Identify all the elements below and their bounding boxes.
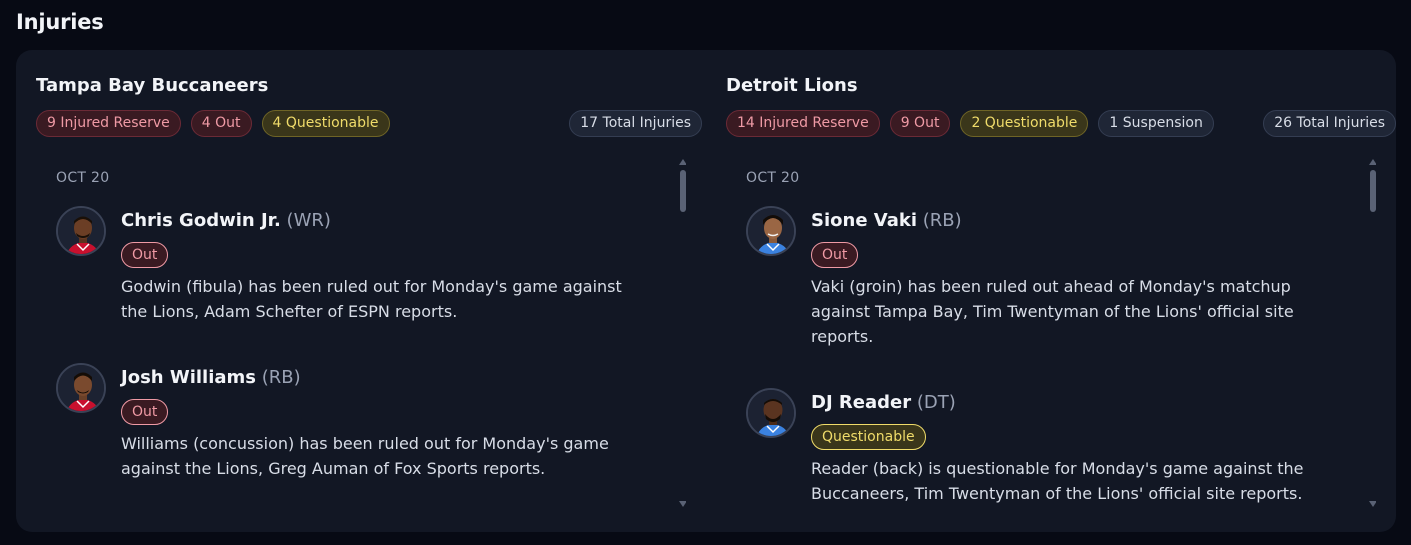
out-badge[interactable]: 9 Out: [889, 110, 951, 137]
player-name[interactable]: DJ Reader: [811, 392, 911, 413]
total-injuries-badge: 26 Total Injuries: [1263, 110, 1396, 137]
status-badge: Out: [121, 242, 169, 268]
triangle-up-icon[interactable]: [1369, 159, 1376, 165]
player-avatar: [746, 206, 796, 256]
player-name[interactable]: Sione Vaki: [811, 210, 917, 231]
player-position: (RB): [922, 210, 962, 231]
scroll-thumb[interactable]: [1370, 170, 1376, 212]
player-position: (RB): [261, 367, 301, 388]
team-name: Tampa Bay Buccaneers: [36, 75, 269, 96]
triangle-down-icon[interactable]: [1369, 501, 1376, 507]
injury-note: Vaki (groin) has been ruled out ahead of…: [811, 277, 1294, 346]
out-badge[interactable]: 4 Out: [190, 110, 252, 137]
player-position: (WR): [286, 210, 331, 231]
scroll-thumb[interactable]: [680, 170, 686, 212]
questionable-badge[interactable]: 4 Questionable: [261, 110, 390, 137]
scrollbar[interactable]: [678, 156, 686, 512]
injured-reserve-badge[interactable]: 9 Injured Reserve: [36, 110, 181, 137]
total-injuries-badge: 17 Total Injuries: [569, 110, 702, 137]
suspension-badge[interactable]: 1 Suspension: [1098, 110, 1214, 137]
team-panel-lions: Detroit Lions 14 Injured Reserve 9 Out 2…: [726, 50, 1396, 532]
injury-list[interactable]: OCT 20 Chris Godwin Jr. (WR) Out Godwin …: [36, 156, 686, 512]
questionable-badge[interactable]: 2 Questionable: [960, 110, 1089, 137]
date-label: OCT 20: [56, 170, 110, 186]
scrollbar[interactable]: [1368, 156, 1376, 512]
injury-note: Reader (back) is questionable for Monday…: [811, 459, 1304, 503]
player-heading: Josh Williams (RB): [121, 367, 301, 388]
injury-list[interactable]: OCT 20 Sione Vaki (RB) Out Vaki (groin) …: [726, 156, 1376, 512]
player-heading: Chris Godwin Jr. (WR): [121, 210, 331, 231]
page-title: Injuries: [16, 10, 104, 34]
player-avatar: [56, 363, 106, 413]
player-name[interactable]: Josh Williams: [121, 367, 256, 388]
date-label: OCT 20: [746, 170, 800, 186]
injury-summary-badges: 9 Injured Reserve 4 Out 4 Questionable: [36, 110, 390, 137]
status-badge: Questionable: [811, 424, 926, 450]
injury-note: Godwin (fibula) has been ruled out for M…: [121, 277, 622, 321]
team-panel-buccaneers: Tampa Bay Buccaneers 9 Injured Reserve 4…: [36, 50, 702, 532]
triangle-up-icon[interactable]: [679, 159, 686, 165]
injured-reserve-badge[interactable]: 14 Injured Reserve: [726, 110, 880, 137]
player-name[interactable]: Chris Godwin Jr.: [121, 210, 281, 231]
player-heading: DJ Reader (DT): [811, 392, 956, 413]
injury-summary-badges: 14 Injured Reserve 9 Out 2 Questionable …: [726, 110, 1214, 137]
injury-note: Williams (concussion) has been ruled out…: [121, 434, 609, 478]
status-badge: Out: [811, 242, 859, 268]
triangle-down-icon[interactable]: [679, 501, 686, 507]
player-position: (DT): [916, 392, 956, 413]
player-avatar: [56, 206, 106, 256]
injuries-card: Tampa Bay Buccaneers 9 Injured Reserve 4…: [16, 50, 1396, 532]
team-name: Detroit Lions: [726, 75, 858, 96]
player-heading: Sione Vaki (RB): [811, 210, 962, 231]
status-badge: Out: [121, 399, 169, 425]
player-avatar: [746, 388, 796, 438]
